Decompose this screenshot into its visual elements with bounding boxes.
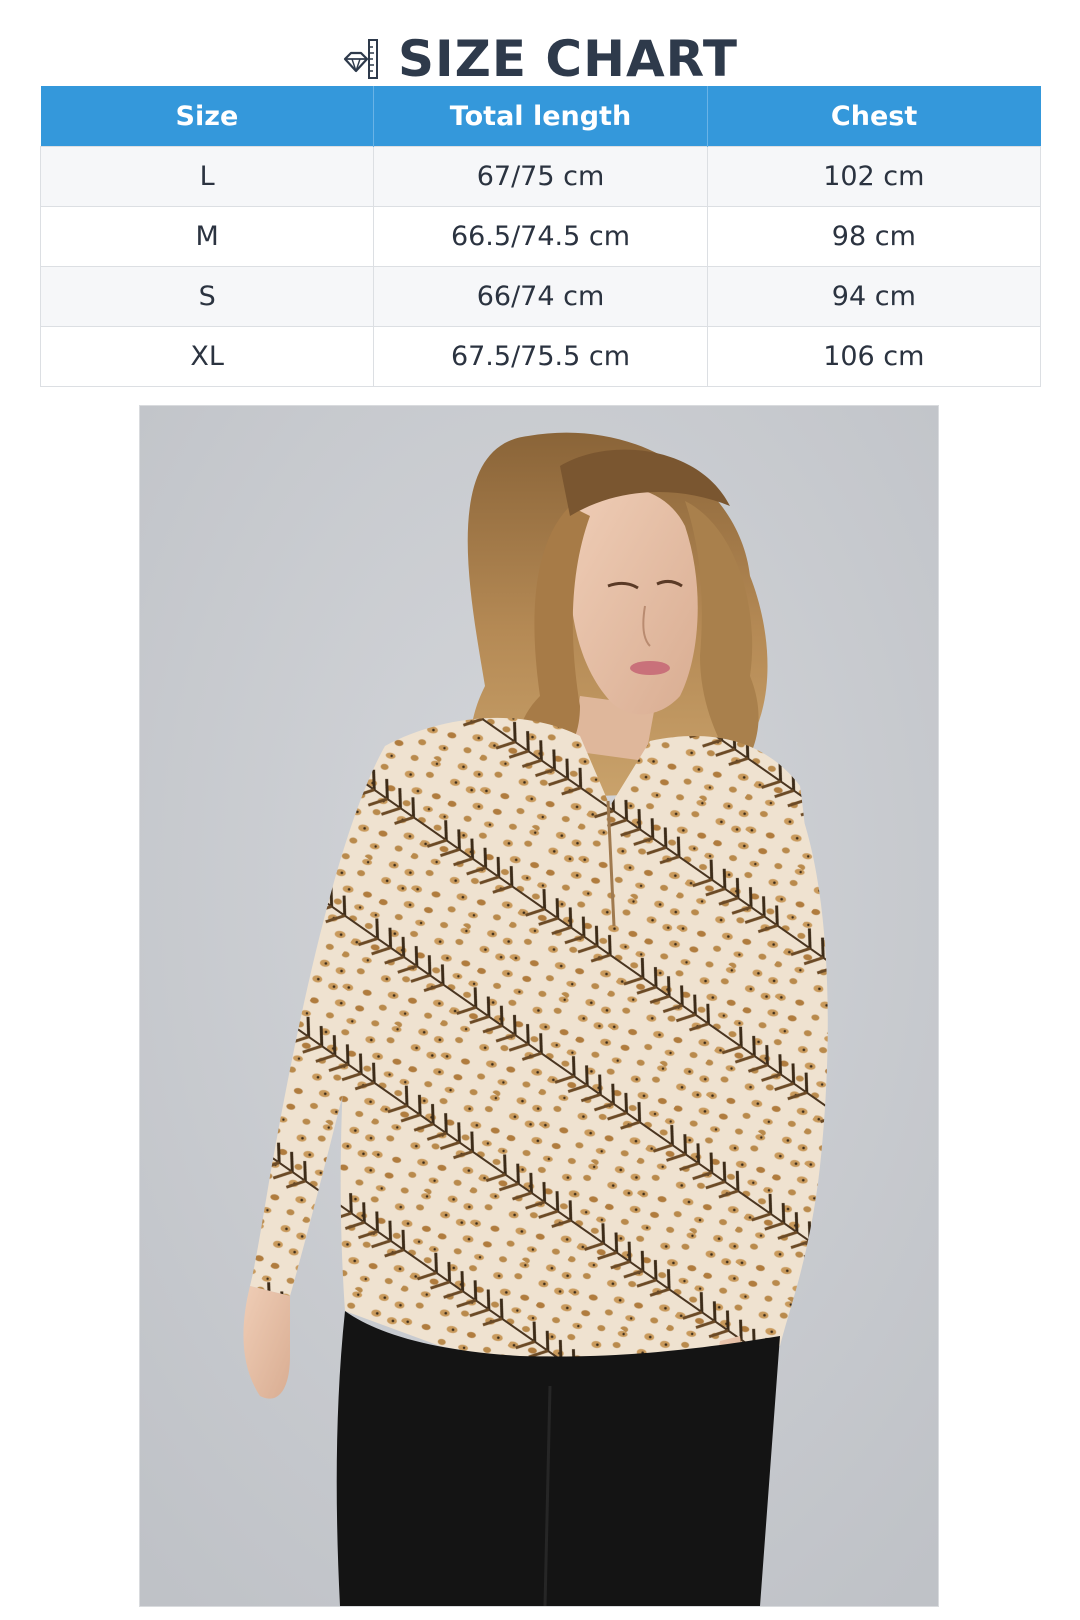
column-header-chest: Chest: [707, 86, 1041, 147]
size-cell: L: [39, 146, 375, 207]
chest-cell: 98 cm: [706, 206, 1042, 267]
table-row: M 66.5/74.5 cm 98 cm: [39, 206, 1042, 267]
table-row: L 67/75 cm 102 cm: [39, 146, 1042, 207]
table-row: S 66/74 cm 94 cm: [39, 266, 1042, 327]
size-chart-header: SIZE CHART: [0, 26, 1080, 92]
table-header-row: Size Total length Chest: [40, 86, 1041, 147]
total-length-cell: 66/74 cm: [373, 266, 708, 327]
column-header-total-length: Total length: [373, 86, 708, 147]
diamond-ruler-icon: [343, 39, 378, 79]
total-length-cell: 67.5/75.5 cm: [373, 326, 708, 387]
model-illustration: [140, 406, 938, 1606]
size-cell: S: [39, 266, 375, 327]
page-title: SIZE CHART: [397, 30, 739, 88]
total-length-cell: 67/75 cm: [373, 146, 708, 207]
size-cell: M: [39, 206, 375, 267]
product-photo: [139, 405, 939, 1607]
column-header-size: Size: [40, 86, 375, 147]
table-row: XL 67.5/75.5 cm 106 cm: [39, 326, 1042, 387]
size-cell: XL: [39, 326, 375, 387]
total-length-cell: 66.5/74.5 cm: [373, 206, 708, 267]
chest-cell: 102 cm: [706, 146, 1042, 207]
chest-cell: 94 cm: [706, 266, 1042, 327]
chest-cell: 106 cm: [706, 326, 1042, 387]
size-chart-table: Size Total length Chest L 67/75 cm 102 c…: [39, 86, 1042, 387]
